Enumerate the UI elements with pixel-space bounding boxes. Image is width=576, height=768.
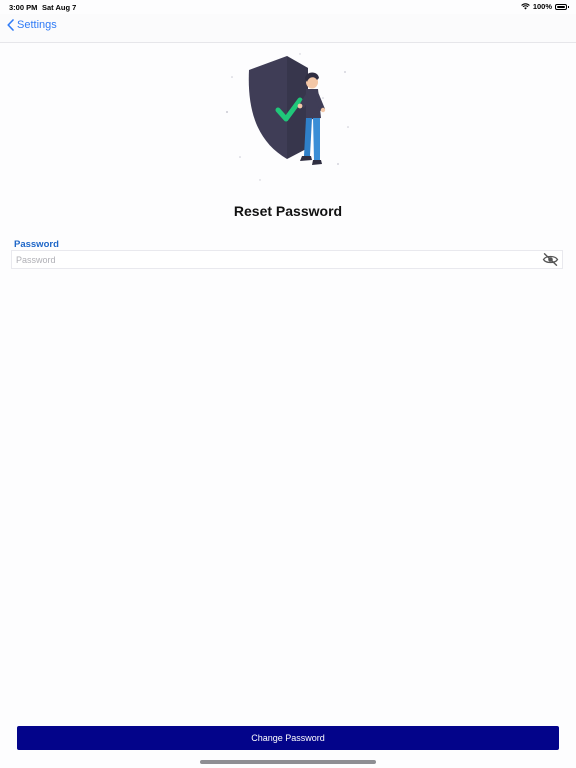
battery-percent: 100% bbox=[532, 2, 552, 11]
change-password-button[interactable]: Change Password bbox=[17, 726, 559, 750]
status-date: Sat Aug 7 bbox=[42, 3, 77, 12]
back-button-label: Settings bbox=[17, 19, 57, 31]
status-indicators: 100% bbox=[521, 2, 569, 11]
eye-slash-icon[interactable] bbox=[542, 252, 559, 267]
back-button[interactable]: Settings bbox=[7, 19, 57, 31]
password-input[interactable] bbox=[16, 253, 536, 266]
wifi-icon bbox=[521, 3, 530, 10]
shield-check-person-illustration bbox=[226, 53, 349, 181]
navigation-bar: Settings bbox=[0, 14, 576, 43]
chevron-left-icon bbox=[7, 19, 14, 31]
home-indicator bbox=[200, 760, 376, 764]
password-label: Password bbox=[14, 239, 59, 250]
status-time: 3:00 PM bbox=[9, 3, 38, 12]
battery-icon bbox=[555, 3, 569, 10]
page-title: Reset Password bbox=[233, 203, 343, 219]
password-field bbox=[11, 250, 563, 269]
status-bar: 3:00 PM Sat Aug 7 100% bbox=[0, 0, 576, 14]
